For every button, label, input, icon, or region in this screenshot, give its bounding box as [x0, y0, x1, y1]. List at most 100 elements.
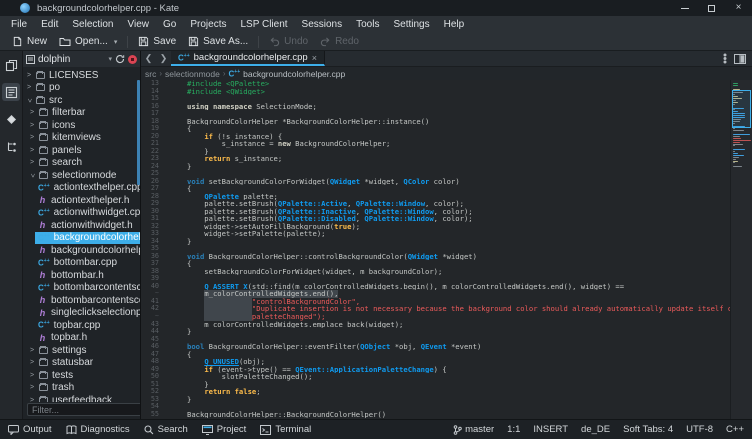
code-line[interactable]: ~ m_colorControlledWidgets.end(), [141, 290, 752, 298]
bottombar-button-project[interactable]: Project [202, 424, 247, 435]
project-toolview-button[interactable] [2, 83, 20, 101]
status-item-soft-tabs-4[interactable]: Soft Tabs: 4 [623, 424, 673, 435]
chevron-expanded-icon[interactable]: > [26, 96, 33, 104]
save-as-button[interactable]: Save As... [182, 34, 254, 49]
close-button[interactable]: × [725, 0, 752, 16]
tab-close-icon[interactable]: × [312, 53, 317, 63]
menu-item-projects[interactable]: Projects [183, 19, 233, 30]
status-item-c-[interactable]: C++ [726, 424, 744, 435]
tree-item-actiontexthelper-h[interactable]: hactiontexthelper.h [23, 194, 140, 207]
tree-item-settings[interactable]: >settings [23, 344, 140, 357]
code-line[interactable]: 53} [141, 396, 752, 404]
tree-item-filterbar[interactable]: >filterbar [23, 107, 140, 120]
code-line[interactable]: 20 if (!s_instance) { [141, 133, 752, 141]
maximize-button[interactable] [698, 0, 725, 16]
code-line[interactable]: 16using namespace SelectionMode; [141, 103, 752, 111]
chevron-collapsed-icon[interactable]: > [28, 372, 36, 379]
menu-item-settings[interactable]: Settings [386, 19, 436, 30]
tab-backgroundcolorhelper[interactable]: C++ backgroundcolorhelper.cpp × [171, 51, 325, 66]
code-line[interactable]: 36void BackgroundColorHelper::controlBac… [141, 253, 752, 261]
documents-toolview-button[interactable] [2, 56, 20, 74]
code-line[interactable]: 41 "controlBackgroundColor", [141, 298, 752, 306]
chevron-collapsed-icon[interactable]: > [28, 109, 36, 116]
tree-item-selectionmode[interactable]: >selectionmode [23, 169, 140, 182]
code-line[interactable]: 35 [141, 245, 752, 253]
redo-button[interactable]: Redo [314, 34, 365, 49]
chevron-collapsed-icon[interactable]: > [28, 359, 36, 366]
status-item-insert[interactable]: INSERT [533, 424, 568, 435]
tree-item-actionwithwidget-cpp[interactable]: C++actionwithwidget.cpp [23, 207, 140, 220]
breadcrumb-item[interactable]: src [145, 69, 156, 79]
code-line[interactable]: 34} [141, 238, 752, 246]
code-line[interactable]: 32 widget->setAutoFillBackground(true); [141, 223, 752, 231]
code-line[interactable]: 26void setBackgroundColorForWidget(QWidg… [141, 178, 752, 186]
menu-item-view[interactable]: View [121, 19, 157, 30]
symbols-toolview-button[interactable] [2, 137, 20, 155]
git-toolview-button[interactable] [2, 110, 20, 128]
open-button[interactable]: Open... ▾ [53, 34, 123, 49]
code-line[interactable]: 28 QPalette palette; [141, 193, 752, 201]
tree-item-po[interactable]: >po [23, 82, 140, 95]
bottombar-button-diagnostics[interactable]: Diagnostics [66, 424, 130, 435]
tree-item-statusbar[interactable]: >statusbar [23, 357, 140, 370]
menu-item-lsp-client[interactable]: LSP Client [233, 19, 294, 30]
menu-item-file[interactable]: File [4, 19, 34, 30]
code-line[interactable]: 38 setBackgroundColorForWidget(widget, m… [141, 268, 752, 276]
code-line[interactable]: 22 } [141, 148, 752, 156]
menu-item-edit[interactable]: Edit [34, 19, 65, 30]
tree-item-actionwithwidget-h[interactable]: hactionwithwidget.h [23, 219, 140, 232]
code-line[interactable]: 52 return false; [141, 388, 752, 396]
new-button[interactable]: New [6, 34, 53, 49]
code-line[interactable]: 19{ [141, 125, 752, 133]
code-line[interactable]: 39 [141, 275, 752, 283]
code-view[interactable]: 13#include <QPalette>14#include <QWidget… [141, 80, 752, 419]
code-line[interactable]: 18BackgroundColorHelper *BackgroundColor… [141, 118, 752, 126]
chevron-collapsed-icon[interactable]: > [25, 72, 33, 79]
minimize-button[interactable] [671, 0, 698, 16]
code-line[interactable]: 25 [141, 170, 752, 178]
tree-item-backgroundcolorhelper-h[interactable]: hbackgroundcolorhelper.h [23, 244, 140, 257]
chevron-collapsed-icon[interactable]: > [28, 384, 36, 391]
status-item-utf-8[interactable]: UTF-8 [686, 424, 713, 435]
tree-item-topbar-h[interactable]: htopbar.h [23, 332, 140, 345]
chevron-collapsed-icon[interactable]: > [28, 159, 36, 166]
code-line[interactable]: 33 widget->setPalette(palette); [141, 230, 752, 238]
code-line[interactable]: 30 palette.setBrush(QPalette::Inactive, … [141, 208, 752, 216]
code-line[interactable]: 13#include <QPalette> [141, 80, 752, 88]
code-line[interactable]: 40 Q_ASSERT_X(std::find(m_colorControlle… [141, 283, 752, 291]
undo-button[interactable]: Undo [263, 34, 314, 49]
breadcrumb-item[interactable]: selectionmode [165, 69, 220, 79]
chevron-down-icon[interactable]: ▾ [108, 55, 112, 63]
code-line[interactable]: 15 [141, 95, 752, 103]
menu-item-help[interactable]: Help [437, 19, 472, 30]
chevron-collapsed-icon[interactable]: > [25, 84, 33, 91]
minimap-scrollbar[interactable] [730, 80, 752, 419]
code-line[interactable]: 44} [141, 328, 752, 336]
bottombar-button-terminal[interactable]: Terminal [260, 424, 311, 435]
nav-forward-button[interactable]: ❯ [156, 51, 171, 66]
code-line[interactable]: 17 [141, 110, 752, 118]
code-line[interactable]: ~ paletteChanged"); [141, 313, 752, 321]
chevron-expanded-icon[interactable]: > [29, 171, 36, 179]
tree-item-kitemviews[interactable]: >kitemviews [23, 132, 140, 145]
tree-item-bottombar-h[interactable]: hbottombar.h [23, 269, 140, 282]
code-line[interactable]: 47{ [141, 351, 752, 359]
code-line[interactable]: 50 slotPaletteChanged(); [141, 373, 752, 381]
tree-item-bottombarcontentscont-[interactable]: hbottombarcontentscont... [23, 294, 140, 307]
status-item-de-de[interactable]: de_DE [581, 424, 610, 435]
tree-item-bottombarcontentscont-[interactable]: C++bottombarcontentscont... [23, 282, 140, 295]
code-line[interactable]: 54 [141, 403, 752, 411]
tree-item-singleclickselectionproxy-[interactable]: hsingleclickselectionproxy... [23, 307, 140, 320]
code-line[interactable]: 55BackgroundColorHelper::BackgroundColor… [141, 411, 752, 419]
code-line[interactable]: 21 s_instance = new BackgroundColorHelpe… [141, 140, 752, 148]
tree-item-actiontexthelper-cpp[interactable]: C++actiontexthelper.cpp [23, 182, 140, 195]
code-line[interactable]: 29 palette.setBrush(QPalette::Active, QP… [141, 200, 752, 208]
code-line[interactable]: 46bool BackgroundColorHelper::eventFilte… [141, 343, 752, 351]
chevron-collapsed-icon[interactable]: > [28, 347, 36, 354]
chevron-collapsed-icon[interactable]: > [28, 122, 36, 129]
menu-item-sessions[interactable]: Sessions [295, 19, 350, 30]
breadcrumb-item-file[interactable]: C++backgroundcolorhelper.cpp [229, 69, 346, 79]
code-line[interactable]: 45 [141, 336, 752, 344]
chevron-collapsed-icon[interactable]: > [28, 147, 36, 154]
status-item-master[interactable]: master [453, 424, 494, 435]
